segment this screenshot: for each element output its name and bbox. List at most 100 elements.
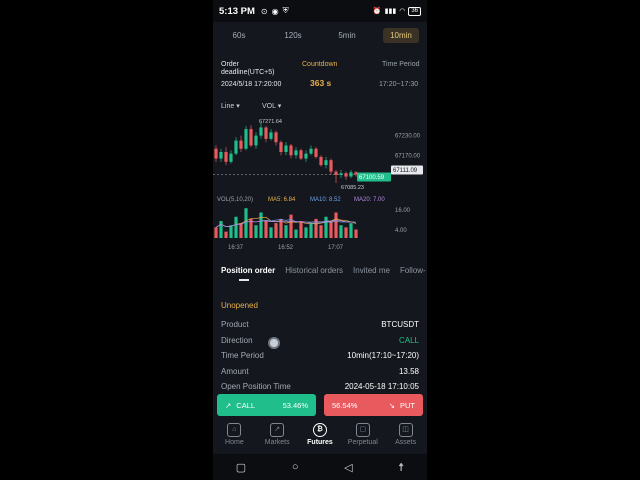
- nav-markets[interactable]: ↗ Markets: [257, 420, 297, 452]
- interval-tabs: 60s 120s 5min 10min: [221, 28, 419, 43]
- volume-bar: [344, 227, 348, 238]
- amount-label: Amount: [221, 366, 249, 376]
- amount-value: 13.58: [398, 366, 419, 376]
- price-chart[interactable]: 67271.64 67085.23 67230.00 67170.00 67100.59…: [213, 96, 427, 256]
- time-axis-label: 16:52: [278, 245, 294, 251]
- put-percent: 56.54%: [332, 400, 358, 410]
- price-axis-label: 67170.00: [395, 153, 421, 159]
- put-label: PUT: [400, 400, 415, 410]
- volume-bar: [269, 227, 273, 238]
- candle: [274, 132, 278, 143]
- futures-icon: ₿: [312, 423, 327, 437]
- markets-icon: ↗: [270, 423, 285, 437]
- ma20-label: MA20: 7.00: [354, 197, 385, 203]
- candle: [299, 150, 303, 159]
- candle: [214, 148, 218, 159]
- direction-value: CALL: [398, 335, 419, 345]
- order-deadline-value: 2024/5/18 17:20:00: [221, 81, 282, 88]
- tab-historical-orders[interactable]: Historical orders: [285, 266, 343, 284]
- call-percent: 53.46%: [282, 400, 308, 410]
- volume-bar: [289, 214, 293, 238]
- time-period-label: Time Period: [382, 61, 420, 68]
- nav-perpetual[interactable]: ▢ Perpetual: [343, 420, 383, 452]
- put-button[interactable]: 56.54% ↘ PUT: [324, 394, 423, 416]
- position-status: Unopened: [221, 301, 258, 310]
- nav-futures-label: Futures: [307, 439, 333, 446]
- time-period-value: 17:20~17:30: [379, 81, 419, 88]
- nav-assets[interactable]: ◫ Assets: [386, 420, 426, 452]
- recents-icon[interactable]: ▢: [236, 461, 246, 474]
- tab-position-order[interactable]: Position order: [221, 266, 275, 284]
- candle: [344, 173, 348, 177]
- low-price-label: 67085.23: [341, 185, 364, 191]
- volume-bar: [324, 216, 328, 238]
- volume-bar: [219, 221, 223, 238]
- candle: [339, 173, 343, 175]
- product-label: Product: [221, 319, 249, 329]
- volume-bar: [259, 212, 263, 238]
- alarm-icon: ⏰: [372, 8, 382, 15]
- candle: [349, 172, 353, 177]
- tab-5min[interactable]: 5min: [329, 28, 365, 43]
- call-label: CALL: [236, 400, 256, 410]
- volume-bar: [299, 221, 303, 238]
- nav-home[interactable]: ⌂ Home: [214, 420, 254, 452]
- volume-bar: [329, 221, 333, 238]
- volume-bar: [239, 223, 243, 238]
- settings-icon: ⊙: [260, 6, 268, 16]
- volume-bar: [349, 223, 353, 238]
- trend-down-icon: ↘: [388, 400, 395, 410]
- countdown-label: Countdown: [302, 61, 338, 68]
- detail-row-amount: Amount 13.58: [221, 365, 419, 377]
- location-icon: ◉: [271, 6, 279, 16]
- perpetual-icon: ▢: [355, 423, 370, 437]
- shield-icon: ⛨: [282, 6, 289, 15]
- volume-header: VOL(5,10,20): [217, 197, 253, 203]
- tab-10min[interactable]: 10min: [383, 28, 419, 43]
- candle: [314, 148, 318, 157]
- tab-follow[interactable]: Follow-: [400, 266, 426, 284]
- volume-bar: [274, 223, 278, 238]
- candle: [239, 140, 243, 149]
- volume-bar: [354, 229, 358, 238]
- candle: [324, 160, 328, 166]
- tab-60s[interactable]: 60s: [221, 28, 257, 43]
- nav-assets-label: Assets: [395, 439, 417, 446]
- candle: [334, 171, 338, 175]
- open-time-value: 2024-05-18 17:10:05: [344, 381, 419, 391]
- candle: [224, 152, 228, 162]
- nav-futures[interactable]: ₿ Futures: [300, 420, 340, 452]
- nav-perpetual-label: Perpetual: [347, 439, 378, 446]
- home-circle-icon[interactable]: ○: [292, 461, 299, 473]
- candle: [284, 145, 288, 152]
- tab-120s[interactable]: 120s: [275, 28, 311, 43]
- status-time: 5:13 PM: [219, 5, 255, 17]
- volume-bar: [284, 225, 288, 238]
- nav-home-label: Home: [225, 439, 244, 446]
- call-button[interactable]: ↗ CALL 53.46%: [217, 394, 316, 416]
- wallet-icon: ◫: [398, 423, 413, 437]
- candle: [259, 127, 263, 136]
- volume-bar: [309, 223, 313, 238]
- time-period-row-label: Time Period: [221, 350, 264, 360]
- ma5-label: MA5: 6.84: [268, 197, 296, 203]
- volume-bar: [264, 221, 268, 238]
- volume-bar: [214, 227, 218, 238]
- volume-bar: [294, 229, 298, 238]
- tab-invited-me[interactable]: Invited me: [353, 266, 390, 284]
- candle: [279, 142, 283, 152]
- back-icon[interactable]: ◁: [344, 461, 352, 474]
- candle: [304, 153, 308, 159]
- time-period-row-value: 10min(17:10~17:20): [347, 350, 419, 360]
- time-axis-label: 17:07: [328, 245, 344, 251]
- candle: [249, 129, 253, 146]
- volume-bar: [229, 225, 233, 238]
- product-value: BTCUSDT: [381, 319, 419, 329]
- candle: [309, 148, 313, 154]
- wifi-icon: ◠: [399, 8, 406, 15]
- battery-icon: 36: [408, 6, 421, 16]
- bottom-nav: ⌂ Home ↗ Markets ₿ Futures ▢ Perpetual ◫ Asse…: [213, 420, 427, 452]
- detail-row-open-time: Open Position Time 2024-05-18 17:10:05: [221, 380, 419, 392]
- detail-row-time-period: Time Period 10min(17:10~17:20): [221, 349, 419, 361]
- accessibility-icon[interactable]: ☨: [398, 461, 404, 474]
